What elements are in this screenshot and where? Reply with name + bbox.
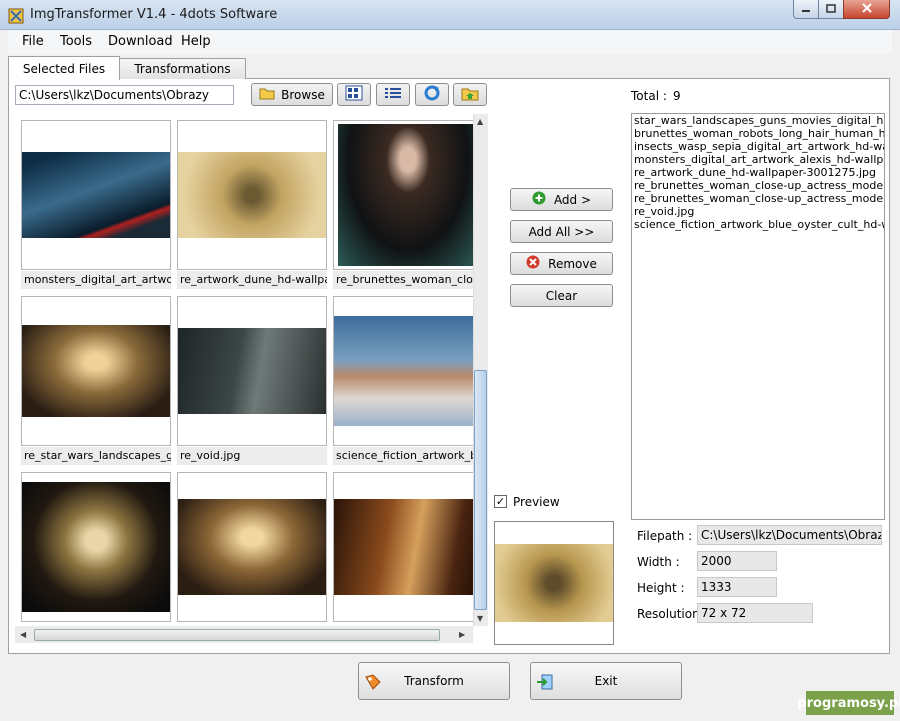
- transform-button[interactable]: Transform: [358, 662, 510, 700]
- thumbnail-image: [22, 325, 170, 417]
- list-item[interactable]: brunettes_woman_robots_long_hair_human_h…: [632, 127, 884, 140]
- minimize-button[interactable]: [793, 0, 819, 19]
- total-count: 9: [673, 89, 681, 103]
- exit-button[interactable]: Exit: [530, 662, 682, 700]
- scroll-down-icon[interactable]: ▼: [477, 614, 483, 623]
- maximize-icon: [826, 2, 836, 16]
- preview-image-box: [494, 521, 614, 645]
- width-value: 2000: [697, 551, 777, 571]
- horizontal-scroll-thumb[interactable]: [34, 629, 440, 641]
- thumbnail-grid[interactable]: monsters_digital_art_artwork_a re_artwor…: [15, 114, 473, 626]
- list-item[interactable]: re_artwork_dune_hd-wallpaper-3001275.jpg: [632, 166, 884, 179]
- total-label: Total :: [631, 89, 667, 103]
- exit-label: Exit: [594, 674, 618, 688]
- list-item[interactable]: re_void.jpg: [632, 205, 884, 218]
- thumbnail-image: [334, 316, 473, 426]
- scroll-right-icon[interactable]: ▶: [459, 630, 465, 639]
- browse-label: Browse: [281, 87, 325, 102]
- thumbnail-image: [178, 152, 326, 238]
- width-label: Width :: [637, 555, 680, 569]
- preview-label: Preview: [513, 495, 560, 509]
- filepath-value: C:\Users\lkz\Documents\Obrazy\bru: [697, 525, 882, 545]
- list-item[interactable]: re_brunettes_woman_close-up_actress_mode…: [632, 179, 884, 192]
- list-item[interactable]: science_fiction_artwork_blue_oyster_cult…: [632, 218, 884, 231]
- folder-icon: [259, 86, 275, 103]
- file-list[interactable]: star_wars_landscapes_guns_movies_digital…: [631, 113, 885, 520]
- folder-home-icon: [461, 85, 479, 104]
- window-title: ImgTransformer V1.4 - 4dots Software: [30, 7, 278, 22]
- add-label: Add >: [553, 192, 592, 207]
- vertical-scroll-thumb[interactable]: [474, 370, 487, 610]
- height-label: Height :: [637, 581, 685, 595]
- list-item[interactable]: insects_wasp_sepia_digital_art_artwork_h…: [632, 140, 884, 153]
- clear-button[interactable]: Clear: [510, 284, 613, 307]
- watermark-badge: programosy.pl: [797, 691, 900, 715]
- scroll-up-icon[interactable]: ▲: [477, 117, 483, 126]
- transform-label: Transform: [404, 674, 464, 688]
- thumbnail[interactable]: [21, 120, 171, 270]
- list-view-button[interactable]: [376, 83, 410, 106]
- grid-view-icon: [345, 85, 363, 104]
- tab-transformations[interactable]: Transformations: [119, 58, 246, 79]
- close-icon: [861, 2, 873, 16]
- resolution-value: 72 x 72: [697, 603, 813, 623]
- thumbnail[interactable]: [177, 472, 327, 622]
- list-item[interactable]: star_wars_landscapes_guns_movies_digital…: [632, 114, 884, 127]
- thumbnail-caption: re_star_wars_landscapes_gur: [21, 447, 171, 465]
- menu-download[interactable]: Download: [108, 34, 173, 49]
- minimize-icon: [801, 2, 811, 16]
- remove-icon: [526, 255, 540, 272]
- thumbnail-caption: re_void.jpg: [177, 447, 327, 465]
- list-item[interactable]: monsters_digital_art_artwork_alexis_hd-w…: [632, 153, 884, 166]
- thumbnail[interactable]: [21, 472, 171, 622]
- refresh-icon: [423, 84, 441, 105]
- thumbnail-image: [178, 499, 326, 595]
- thumbnail-image: [334, 499, 473, 595]
- remove-button[interactable]: Remove: [510, 252, 613, 275]
- thumbnail-caption: re_artwork_dune_hd-wallpape: [177, 271, 327, 289]
- list-item[interactable]: re_brunettes_woman_close-up_actress_mode…: [632, 192, 884, 205]
- scroll-left-icon[interactable]: ◀: [20, 630, 26, 639]
- thumbnail-caption: monsters_digital_art_artwork_a: [21, 271, 171, 289]
- close-button[interactable]: [843, 0, 890, 19]
- menu-file[interactable]: File: [22, 34, 44, 49]
- menu-help[interactable]: Help: [181, 34, 211, 49]
- app-icon: [8, 8, 24, 24]
- filepath-label: Filepath :: [637, 529, 693, 543]
- add-button[interactable]: Add >: [510, 188, 613, 211]
- thumbnail[interactable]: [333, 472, 473, 622]
- tab-selected-files[interactable]: Selected Files: [8, 56, 120, 80]
- thumbnail[interactable]: [177, 120, 327, 270]
- thumbnail-image: [22, 482, 170, 612]
- browse-button[interactable]: Browse: [251, 83, 333, 106]
- thumbnail-image: [178, 328, 326, 414]
- remove-label: Remove: [548, 256, 597, 271]
- preview-image: [495, 544, 613, 622]
- refresh-button[interactable]: [415, 83, 449, 106]
- thumbnail[interactable]: [177, 296, 327, 446]
- thumbnail-view-button[interactable]: [337, 83, 371, 106]
- thumbnail[interactable]: [333, 296, 473, 446]
- home-folder-button[interactable]: [453, 83, 487, 106]
- thumbnail[interactable]: [21, 296, 171, 446]
- preview-checkbox[interactable]: ✓: [494, 495, 507, 508]
- transform-icon: [364, 673, 382, 694]
- thumbnail-image: [338, 124, 473, 266]
- folder-path-input[interactable]: [15, 85, 234, 105]
- add-icon: [532, 191, 546, 208]
- menu-tools[interactable]: Tools: [60, 34, 92, 49]
- thumbnail-caption: science_fiction_artwork_blue: [333, 447, 473, 465]
- thumbnail-image: [22, 152, 170, 238]
- list-view-icon: [384, 86, 402, 103]
- add-all-button[interactable]: Add All >>: [510, 220, 613, 243]
- exit-icon: [536, 673, 554, 694]
- maximize-button[interactable]: [818, 0, 844, 19]
- thumbnail-caption: re_brunettes_woman_close-: [333, 271, 473, 289]
- height-value: 1333: [697, 577, 777, 597]
- thumbnail[interactable]: [333, 120, 473, 270]
